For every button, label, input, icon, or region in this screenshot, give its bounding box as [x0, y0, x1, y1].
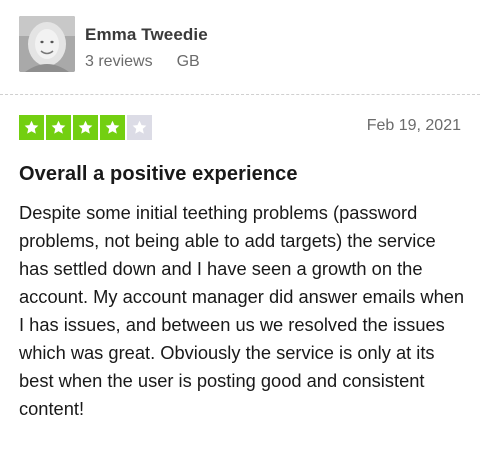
- divider: [0, 94, 480, 95]
- reviewer-country: GB: [176, 53, 200, 70]
- star-filled-icon: [19, 115, 44, 140]
- reviewer-header: Emma Tweedie 3 reviews GB: [19, 16, 208, 74]
- reviewer-meta: 3 reviews GB: [85, 53, 208, 71]
- star-filled-icon: [73, 115, 98, 140]
- star-empty-icon: [127, 115, 152, 140]
- review-title[interactable]: Overall a positive experience: [19, 163, 298, 186]
- star-rating: [19, 115, 154, 140]
- review-card: Emma Tweedie 3 reviews GB Feb 19, 2021 O…: [0, 0, 480, 469]
- reviewer-name[interactable]: Emma Tweedie: [85, 25, 208, 45]
- reviewer-info: Emma Tweedie 3 reviews GB: [85, 16, 208, 71]
- review-body: Despite some initial teething problems (…: [19, 202, 465, 419]
- user-photo-icon: [19, 16, 75, 72]
- avatar[interactable]: [19, 16, 75, 72]
- star-filled-icon: [46, 115, 71, 140]
- review-count: 3 reviews: [85, 53, 153, 70]
- star-filled-icon: [100, 115, 125, 140]
- review-date: Feb 19, 2021: [366, 117, 461, 134]
